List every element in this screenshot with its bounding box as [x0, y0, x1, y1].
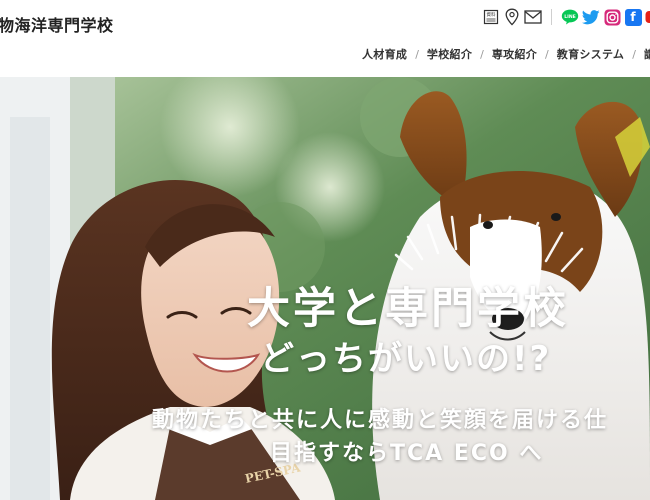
nav-item-majors[interactable]: 専攻紹介 — [492, 46, 537, 62]
global-nav: 人材育成 / 学校紹介 / 専攻紹介 / 教育システム / 講師 — [362, 46, 650, 62]
instagram-icon[interactable] — [603, 8, 621, 26]
site-header: 物海洋専門学校 資料 LINE f 人材育成 / 学校紹介 / 専攻紹介 / 教… — [0, 0, 650, 77]
nav-item-education[interactable]: 教育システム — [557, 46, 624, 62]
hero-subcopy-2: 目指すならTCA ECO へ — [270, 441, 544, 466]
map-pin-icon[interactable] — [503, 8, 521, 26]
nav-divider: / — [545, 47, 549, 61]
nav-item-jinzai[interactable]: 人材育成 — [362, 46, 407, 62]
brochure-icon[interactable]: 資料 — [482, 8, 500, 26]
facebook-icon[interactable]: f — [624, 8, 642, 26]
hero-banner[interactable]: PET-SPA 大学と専門学校 どっちがいいの!? 動物たちと共に人に感動と笑顔… — [0, 77, 650, 500]
line-icon[interactable]: LINE — [561, 8, 579, 26]
nav-item-school[interactable]: 学校紹介 — [427, 46, 472, 62]
site-title[interactable]: 物海洋専門学校 — [0, 12, 114, 36]
nav-divider: / — [632, 47, 636, 61]
youtube-icon[interactable] — [645, 8, 650, 26]
icon-divider — [551, 9, 552, 25]
hero-subcopy-1: 動物たちと共に人に感動と笑顔を届ける仕 — [152, 408, 609, 433]
mail-icon[interactable] — [524, 8, 542, 26]
hero-headline-2: どっちがいいの!? — [260, 339, 552, 379]
hero-headline-1: 大学と専門学校 — [247, 284, 569, 334]
twitter-icon[interactable] — [582, 8, 600, 26]
nav-divider: / — [480, 47, 484, 61]
line-label: LINE — [564, 14, 576, 20]
header-icon-bar: 資料 LINE f — [482, 7, 650, 27]
svg-text:資料: 資料 — [487, 11, 496, 18]
nav-divider: / — [415, 47, 419, 61]
facebook-label: f — [624, 8, 642, 26]
nav-item-teachers[interactable]: 講師 — [644, 46, 650, 62]
